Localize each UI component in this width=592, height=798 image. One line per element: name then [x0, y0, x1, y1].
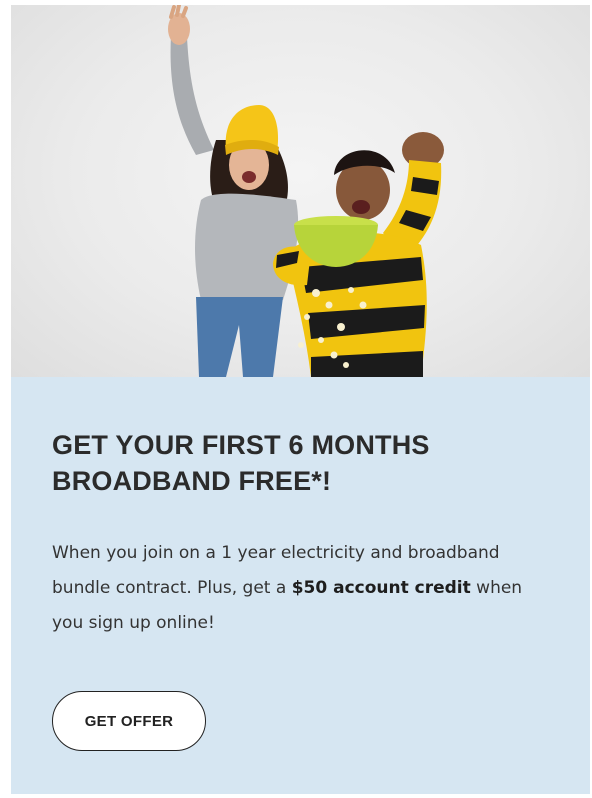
- man-figure: [273, 132, 444, 377]
- hero-photo-illustration: [168, 5, 444, 377]
- account-credit-highlight: $50 account credit: [291, 578, 471, 598]
- hero-image: [11, 5, 590, 377]
- get-offer-button[interactable]: GET OFFER: [52, 691, 206, 751]
- headline-line-2: BROADBAND FREE*!: [52, 466, 332, 496]
- promo-card: GET YOUR FIRST 6 MONTHS BROADBAND FREE*!…: [11, 5, 590, 794]
- promo-content: GET YOUR FIRST 6 MONTHS BROADBAND FREE*!…: [11, 377, 590, 794]
- headline-line-1: GET YOUR FIRST 6 MONTHS: [52, 430, 430, 460]
- promo-headline: GET YOUR FIRST 6 MONTHS BROADBAND FREE*!: [52, 427, 552, 499]
- woman-figure: [168, 5, 299, 377]
- promo-description: When you join on a 1 year electricity an…: [52, 536, 557, 641]
